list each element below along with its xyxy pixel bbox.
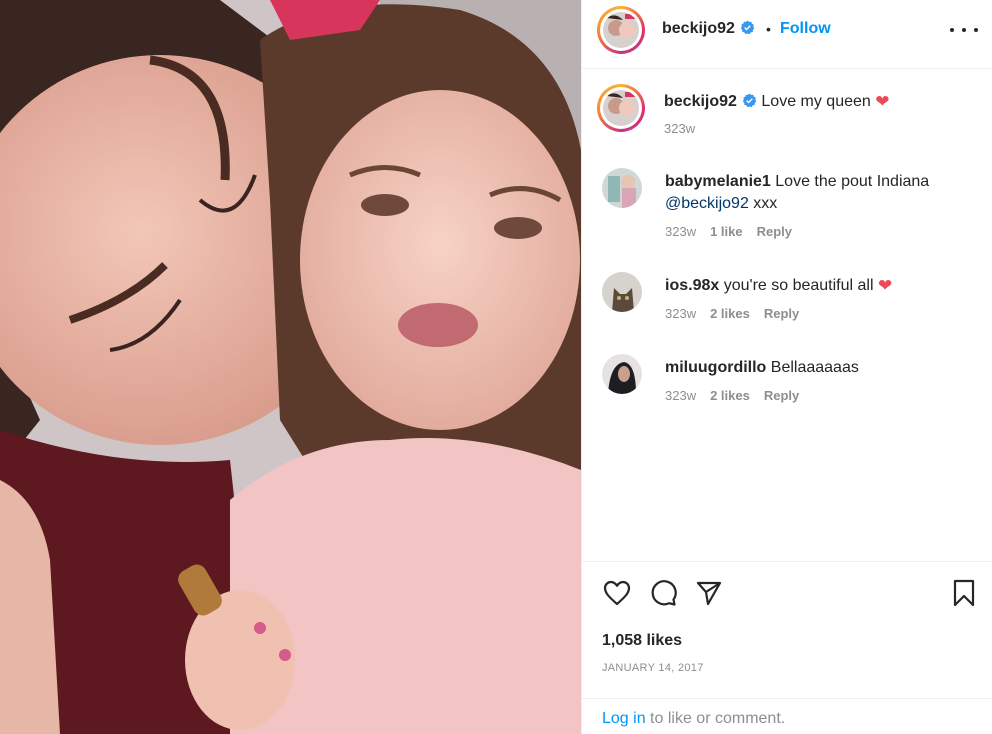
likes-count[interactable]: 1,058 likes	[602, 632, 682, 650]
comment-age[interactable]: 323w	[665, 388, 696, 403]
login-bar: Log in to like or comment.	[582, 698, 992, 734]
comment-mention-link[interactable]: @beckijo92	[665, 195, 749, 212]
comment-body: Love the pout Indiana	[775, 173, 930, 190]
comment-username[interactable]: miluugordillo	[665, 359, 766, 376]
caption-age[interactable]: 323w	[664, 121, 695, 136]
story-ring[interactable]	[597, 6, 645, 54]
comment-username[interactable]: babymelanie1	[665, 173, 771, 190]
comment-suffix: xxx	[753, 195, 778, 212]
caption-story-ring[interactable]	[597, 84, 645, 132]
comment-text: ios.98x you're so beautiful all ❤	[665, 275, 975, 297]
verified-badge-icon	[742, 93, 757, 108]
comment-age[interactable]: 323w	[665, 306, 696, 321]
comment-age[interactable]: 323w	[665, 224, 696, 239]
post-side-panel: beckijo92 • Follow beckijo92 Love my que…	[581, 0, 992, 734]
red-heart-emoji: ❤	[875, 92, 890, 111]
caption-body: Love my queen	[761, 93, 871, 110]
header-username-text[interactable]: beckijo92	[662, 20, 735, 37]
follow-button[interactable]: Follow	[780, 20, 831, 38]
more-options-icon[interactable]	[950, 20, 978, 40]
comment-meta: 323w 2 likes Reply	[665, 388, 799, 403]
comment-likes[interactable]: 2 likes	[710, 388, 750, 403]
selfie-image	[0, 0, 581, 734]
login-prompt: Log in to like or comment.	[602, 710, 785, 728]
bookmark-icon[interactable]	[949, 578, 979, 608]
comment-meta: 323w 1 like Reply	[665, 224, 792, 239]
red-heart-emoji: ❤	[877, 276, 893, 295]
comment-body: you're so beautiful all	[723, 277, 874, 294]
comment-meta: 323w 2 likes Reply	[665, 306, 799, 321]
commenter-avatar[interactable]	[602, 168, 642, 208]
avatar	[603, 12, 639, 48]
comment-text: miluugordillo Bellaaaaaas	[665, 357, 975, 379]
post-header: beckijo92 • Follow	[582, 0, 992, 69]
comment-likes[interactable]: 1 like	[710, 224, 743, 239]
commenter-avatar[interactable]	[602, 272, 642, 312]
comment-text: babymelanie1 Love the pout Indiana @beck…	[665, 171, 975, 215]
heart-icon[interactable]	[602, 578, 632, 608]
reply-button[interactable]: Reply	[764, 388, 799, 403]
login-prompt-text: to like or comment.	[650, 710, 786, 727]
post-date[interactable]: JANUARY 14, 2017	[602, 662, 704, 674]
caption-username[interactable]: beckijo92	[664, 93, 737, 110]
comment-likes[interactable]: 2 likes	[710, 306, 750, 321]
reply-button[interactable]: Reply	[757, 224, 792, 239]
reply-button[interactable]: Reply	[764, 306, 799, 321]
caption-text: beckijo92 Love my queen ❤	[664, 92, 974, 112]
header-username[interactable]: beckijo92	[662, 20, 755, 38]
share-icon[interactable]	[694, 578, 724, 608]
commenter-avatar[interactable]	[602, 354, 642, 394]
verified-badge-icon	[740, 20, 755, 35]
caption-avatar	[603, 90, 639, 126]
comment-body: Bellaaaaaas	[770, 359, 859, 376]
instagram-post: beckijo92 • Follow beckijo92 Love my que…	[0, 0, 992, 734]
post-actions: 1,058 likes JANUARY 14, 2017	[582, 561, 992, 674]
comment-username[interactable]: ios.98x	[665, 277, 719, 294]
header-separator: •	[766, 21, 771, 37]
login-link[interactable]: Log in	[602, 710, 646, 727]
comment-icon[interactable]	[648, 578, 678, 608]
post-photo[interactable]	[0, 0, 581, 734]
